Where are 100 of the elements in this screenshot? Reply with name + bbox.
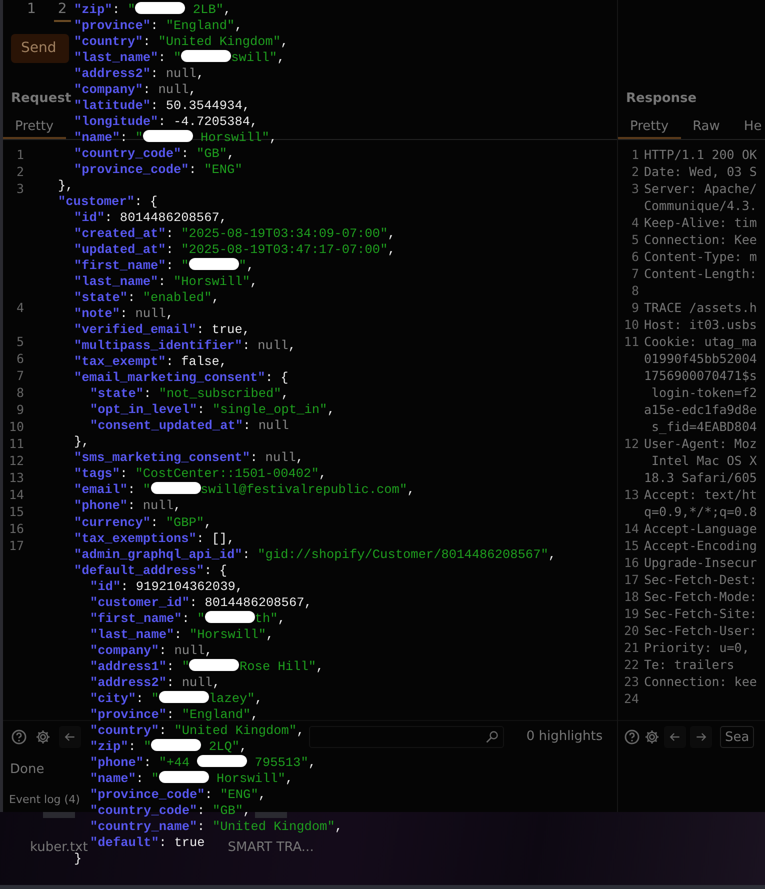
json-punctuation: , <box>308 754 316 770</box>
json-punctuation: , <box>388 226 396 242</box>
json-punctuation: : <box>136 770 145 786</box>
json-punctuation: : <box>128 498 136 514</box>
code-line: 1756900070471$s <box>643 367 757 384</box>
code-line: Te: trailers <box>643 656 734 673</box>
line-number: 14 <box>622 520 640 537</box>
file-label[interactable]: SMART TRA... <box>228 838 314 858</box>
json-punctuation: : <box>158 834 168 850</box>
json-key: "address1" <box>90 658 167 674</box>
view-tab[interactable]: Pretty <box>3 113 66 139</box>
json-punctuation: : <box>128 482 136 498</box>
line-number: 22 <box>622 656 640 673</box>
json-punctuation: , <box>250 114 258 130</box>
json-key: "company" <box>90 642 159 658</box>
string-value: "GB" <box>212 802 244 818</box>
redaction-mark <box>150 482 201 494</box>
json-key: "email_marketing_consent" <box>74 370 266 386</box>
json-key: "phone" <box>74 498 128 514</box>
json-punctuation: : <box>166 706 176 722</box>
highlight-count: 0 highlights <box>525 728 604 746</box>
search-field[interactable] <box>309 726 504 748</box>
json-punctuation: , <box>242 98 250 114</box>
json-punctuation: , <box>234 18 242 34</box>
json-key: "address2" <box>74 66 151 82</box>
forward-button[interactable] <box>690 726 712 748</box>
json-punctuation: , <box>250 274 258 290</box>
json-punctuation: : <box>158 50 167 66</box>
string-value: th" <box>254 610 278 626</box>
string-value: "United Kingdom" <box>174 722 297 738</box>
panel-title: Response <box>626 90 697 108</box>
json-key: "name" <box>90 770 136 786</box>
code-line: Sec-Fetch-Dest: <box>643 571 757 588</box>
json-key: "note" <box>74 306 120 322</box>
json-key: "province_code" <box>74 162 189 178</box>
line-number: 17 <box>8 537 25 554</box>
string-value: "United Kingdom" <box>212 818 335 834</box>
json-punctuation: , <box>318 466 327 482</box>
send-button[interactable]: Send <box>11 34 69 63</box>
string-value: "CostCenter::1501-00402" <box>135 466 319 482</box>
json-punctuation: , <box>280 34 288 50</box>
json-punctuation: : <box>188 162 198 178</box>
string-value: 795513" <box>254 754 308 770</box>
json-punctuation: , <box>188 82 196 98</box>
settings-icon <box>644 728 660 744</box>
null-value: null <box>142 498 174 514</box>
line-number: 7 <box>15 367 25 384</box>
json-punctuation: : <box>142 82 152 98</box>
string-value: " <box>182 658 190 674</box>
json-punctuation: , <box>296 722 304 738</box>
code-line: Accept-Language <box>643 520 757 537</box>
line-number: 20 <box>622 622 640 639</box>
json-punctuation: : <box>150 514 160 530</box>
search-field[interactable]: Sea <box>720 726 754 748</box>
json-punctuation: , <box>250 706 258 722</box>
json-key: "province" <box>90 706 167 722</box>
back-button[interactable] <box>59 726 81 748</box>
json-punctuation: : <box>150 18 160 34</box>
view-tab[interactable]: Pretty <box>618 113 681 139</box>
json-punctuation: : <box>196 322 206 338</box>
json-punctuation: , <box>388 242 396 258</box>
line-number: 3 <box>15 180 25 197</box>
string-value: "single_opt_in" <box>212 402 328 418</box>
string-value: 2LQ" <box>208 738 240 754</box>
string-value: "Horswill" <box>173 274 250 290</box>
json-punctuation: , <box>296 450 304 466</box>
code-line: Accept-Encoding <box>643 537 757 554</box>
json-punctuation: , <box>243 802 251 818</box>
json-key: "latitude" <box>74 98 151 114</box>
line-number: 7 <box>630 265 640 282</box>
json-punctuation: , <box>269 130 278 146</box>
view-tab[interactable]: He <box>732 113 765 139</box>
code-line: Connection: Kee <box>643 231 757 248</box>
panel-title: Request <box>11 90 72 108</box>
line-number: 15 <box>622 537 640 554</box>
back-button[interactable] <box>664 726 686 748</box>
string-value: lazey" <box>208 690 255 706</box>
request-tab[interactable]: 2 <box>54 0 71 22</box>
json-key: "phone" <box>90 754 144 770</box>
json-punctuation: , <box>254 690 262 706</box>
json-punctuation: , <box>196 66 204 82</box>
number-value: 50.3544934 <box>166 98 242 114</box>
number-value: -4.7205384 <box>173 114 250 130</box>
event-log-link[interactable]: Event log (4) <box>3 792 80 808</box>
request-tab[interactable]: 1 <box>23 0 40 20</box>
json-punctuation: : <box>242 338 251 354</box>
code-line: Sec-Fetch-User: <box>643 622 757 639</box>
boolean-value: false <box>181 354 220 370</box>
json-key: "first_name" <box>90 610 182 626</box>
code-line: Server: Apache/ <box>643 180 757 197</box>
json-punctuation: , <box>219 354 228 370</box>
json-key: "tax_exemptions" <box>74 530 196 546</box>
view-tab[interactable]: Raw <box>680 113 732 139</box>
line-number: 16 <box>622 554 640 571</box>
json-punctuation: : <box>166 258 174 274</box>
null-value: null <box>182 674 212 690</box>
json-punctuation: : <box>166 658 176 674</box>
line-number: 14 <box>8 486 25 503</box>
json-punctuation: : <box>197 802 206 818</box>
json-key: "longitude" <box>74 114 158 130</box>
